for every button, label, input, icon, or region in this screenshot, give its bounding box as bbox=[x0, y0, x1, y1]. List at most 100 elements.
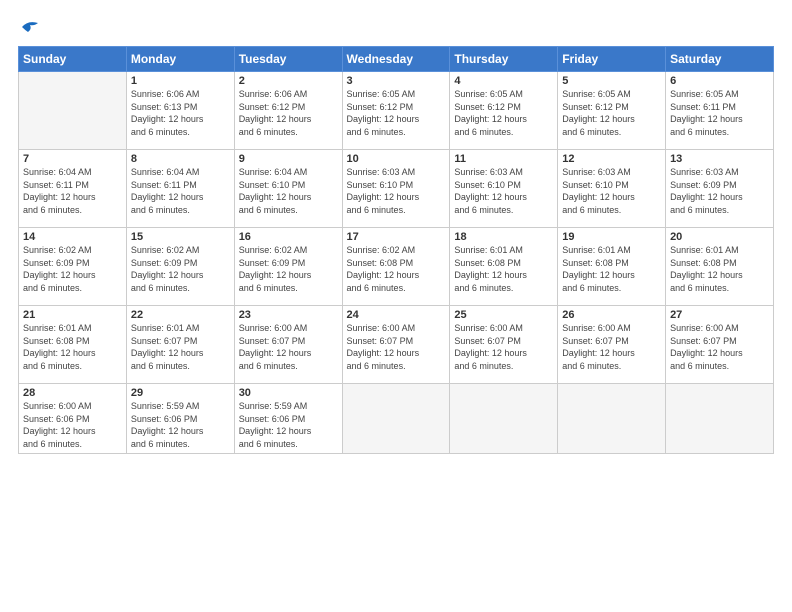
calendar-week-row: 21Sunrise: 6:01 AM Sunset: 6:08 PM Dayli… bbox=[19, 306, 774, 384]
calendar-cell: 7Sunrise: 6:04 AM Sunset: 6:11 PM Daylig… bbox=[19, 150, 127, 228]
day-number: 13 bbox=[670, 153, 769, 165]
day-number: 10 bbox=[347, 153, 446, 165]
day-number: 18 bbox=[454, 231, 553, 243]
calendar-cell bbox=[19, 72, 127, 150]
day-info: Sunrise: 6:02 AM Sunset: 6:09 PM Dayligh… bbox=[131, 244, 230, 294]
day-number: 28 bbox=[23, 387, 122, 399]
day-info: Sunrise: 6:00 AM Sunset: 6:07 PM Dayligh… bbox=[239, 322, 338, 372]
day-info: Sunrise: 6:05 AM Sunset: 6:11 PM Dayligh… bbox=[670, 88, 769, 138]
day-number: 17 bbox=[347, 231, 446, 243]
calendar-cell: 23Sunrise: 6:00 AM Sunset: 6:07 PM Dayli… bbox=[234, 306, 342, 384]
calendar-cell bbox=[450, 384, 558, 454]
day-info: Sunrise: 6:00 AM Sunset: 6:07 PM Dayligh… bbox=[347, 322, 446, 372]
day-info: Sunrise: 6:04 AM Sunset: 6:11 PM Dayligh… bbox=[131, 166, 230, 216]
day-info: Sunrise: 6:02 AM Sunset: 6:09 PM Dayligh… bbox=[23, 244, 122, 294]
calendar-cell: 11Sunrise: 6:03 AM Sunset: 6:10 PM Dayli… bbox=[450, 150, 558, 228]
day-info: Sunrise: 6:01 AM Sunset: 6:08 PM Dayligh… bbox=[23, 322, 122, 372]
calendar-cell bbox=[666, 384, 774, 454]
day-number: 29 bbox=[131, 387, 230, 399]
day-info: Sunrise: 6:05 AM Sunset: 6:12 PM Dayligh… bbox=[454, 88, 553, 138]
day-number: 24 bbox=[347, 309, 446, 321]
day-number: 15 bbox=[131, 231, 230, 243]
day-number: 16 bbox=[239, 231, 338, 243]
day-number: 26 bbox=[562, 309, 661, 321]
weekday-header-row: SundayMondayTuesdayWednesdayThursdayFrid… bbox=[19, 47, 774, 72]
day-number: 14 bbox=[23, 231, 122, 243]
day-info: Sunrise: 6:03 AM Sunset: 6:09 PM Dayligh… bbox=[670, 166, 769, 216]
day-info: Sunrise: 6:01 AM Sunset: 6:07 PM Dayligh… bbox=[131, 322, 230, 372]
day-info: Sunrise: 6:06 AM Sunset: 6:12 PM Dayligh… bbox=[239, 88, 338, 138]
calendar-cell bbox=[342, 384, 450, 454]
day-info: Sunrise: 6:00 AM Sunset: 6:07 PM Dayligh… bbox=[670, 322, 769, 372]
day-info: Sunrise: 6:00 AM Sunset: 6:07 PM Dayligh… bbox=[562, 322, 661, 372]
calendar-cell: 10Sunrise: 6:03 AM Sunset: 6:10 PM Dayli… bbox=[342, 150, 450, 228]
day-number: 25 bbox=[454, 309, 553, 321]
day-info: Sunrise: 6:06 AM Sunset: 6:13 PM Dayligh… bbox=[131, 88, 230, 138]
day-info: Sunrise: 6:04 AM Sunset: 6:11 PM Dayligh… bbox=[23, 166, 122, 216]
calendar-week-row: 7Sunrise: 6:04 AM Sunset: 6:11 PM Daylig… bbox=[19, 150, 774, 228]
calendar-cell: 30Sunrise: 5:59 AM Sunset: 6:06 PM Dayli… bbox=[234, 384, 342, 454]
day-info: Sunrise: 6:03 AM Sunset: 6:10 PM Dayligh… bbox=[347, 166, 446, 216]
calendar-cell: 19Sunrise: 6:01 AM Sunset: 6:08 PM Dayli… bbox=[558, 228, 666, 306]
day-number: 22 bbox=[131, 309, 230, 321]
calendar-cell: 13Sunrise: 6:03 AM Sunset: 6:09 PM Dayli… bbox=[666, 150, 774, 228]
day-number: 23 bbox=[239, 309, 338, 321]
day-number: 30 bbox=[239, 387, 338, 399]
calendar-cell: 8Sunrise: 6:04 AM Sunset: 6:11 PM Daylig… bbox=[126, 150, 234, 228]
calendar-cell: 17Sunrise: 6:02 AM Sunset: 6:08 PM Dayli… bbox=[342, 228, 450, 306]
day-info: Sunrise: 6:05 AM Sunset: 6:12 PM Dayligh… bbox=[347, 88, 446, 138]
calendar-week-row: 14Sunrise: 6:02 AM Sunset: 6:09 PM Dayli… bbox=[19, 228, 774, 306]
weekday-header-sunday: Sunday bbox=[19, 47, 127, 72]
day-number: 11 bbox=[454, 153, 553, 165]
calendar-cell: 4Sunrise: 6:05 AM Sunset: 6:12 PM Daylig… bbox=[450, 72, 558, 150]
day-number: 19 bbox=[562, 231, 661, 243]
calendar-cell: 16Sunrise: 6:02 AM Sunset: 6:09 PM Dayli… bbox=[234, 228, 342, 306]
day-number: 2 bbox=[239, 75, 338, 87]
calendar-cell: 3Sunrise: 6:05 AM Sunset: 6:12 PM Daylig… bbox=[342, 72, 450, 150]
day-info: Sunrise: 6:01 AM Sunset: 6:08 PM Dayligh… bbox=[670, 244, 769, 294]
day-number: 21 bbox=[23, 309, 122, 321]
logo bbox=[18, 18, 40, 36]
day-info: Sunrise: 6:05 AM Sunset: 6:12 PM Dayligh… bbox=[562, 88, 661, 138]
day-info: Sunrise: 6:03 AM Sunset: 6:10 PM Dayligh… bbox=[454, 166, 553, 216]
calendar-cell: 21Sunrise: 6:01 AM Sunset: 6:08 PM Dayli… bbox=[19, 306, 127, 384]
day-number: 9 bbox=[239, 153, 338, 165]
day-number: 20 bbox=[670, 231, 769, 243]
calendar-cell bbox=[558, 384, 666, 454]
day-info: Sunrise: 6:01 AM Sunset: 6:08 PM Dayligh… bbox=[454, 244, 553, 294]
day-number: 27 bbox=[670, 309, 769, 321]
weekday-header-saturday: Saturday bbox=[666, 47, 774, 72]
day-info: Sunrise: 6:00 AM Sunset: 6:07 PM Dayligh… bbox=[454, 322, 553, 372]
calendar-cell: 20Sunrise: 6:01 AM Sunset: 6:08 PM Dayli… bbox=[666, 228, 774, 306]
calendar-cell: 25Sunrise: 6:00 AM Sunset: 6:07 PM Dayli… bbox=[450, 306, 558, 384]
page-header bbox=[18, 18, 774, 36]
calendar-cell: 2Sunrise: 6:06 AM Sunset: 6:12 PM Daylig… bbox=[234, 72, 342, 150]
calendar-table: SundayMondayTuesdayWednesdayThursdayFrid… bbox=[18, 46, 774, 454]
calendar-week-row: 1Sunrise: 6:06 AM Sunset: 6:13 PM Daylig… bbox=[19, 72, 774, 150]
calendar-cell: 26Sunrise: 6:00 AM Sunset: 6:07 PM Dayli… bbox=[558, 306, 666, 384]
day-number: 5 bbox=[562, 75, 661, 87]
day-number: 3 bbox=[347, 75, 446, 87]
day-info: Sunrise: 6:04 AM Sunset: 6:10 PM Dayligh… bbox=[239, 166, 338, 216]
calendar-cell: 12Sunrise: 6:03 AM Sunset: 6:10 PM Dayli… bbox=[558, 150, 666, 228]
calendar-cell: 22Sunrise: 6:01 AM Sunset: 6:07 PM Dayli… bbox=[126, 306, 234, 384]
day-info: Sunrise: 5:59 AM Sunset: 6:06 PM Dayligh… bbox=[239, 400, 338, 450]
calendar-cell: 27Sunrise: 6:00 AM Sunset: 6:07 PM Dayli… bbox=[666, 306, 774, 384]
day-number: 1 bbox=[131, 75, 230, 87]
calendar-cell: 1Sunrise: 6:06 AM Sunset: 6:13 PM Daylig… bbox=[126, 72, 234, 150]
weekday-header-thursday: Thursday bbox=[450, 47, 558, 72]
calendar-cell: 15Sunrise: 6:02 AM Sunset: 6:09 PM Dayli… bbox=[126, 228, 234, 306]
weekday-header-wednesday: Wednesday bbox=[342, 47, 450, 72]
day-number: 4 bbox=[454, 75, 553, 87]
day-number: 7 bbox=[23, 153, 122, 165]
day-info: Sunrise: 6:02 AM Sunset: 6:08 PM Dayligh… bbox=[347, 244, 446, 294]
calendar-cell: 6Sunrise: 6:05 AM Sunset: 6:11 PM Daylig… bbox=[666, 72, 774, 150]
weekday-header-friday: Friday bbox=[558, 47, 666, 72]
calendar-cell: 24Sunrise: 6:00 AM Sunset: 6:07 PM Dayli… bbox=[342, 306, 450, 384]
weekday-header-monday: Monday bbox=[126, 47, 234, 72]
logo-bird-icon bbox=[20, 18, 40, 36]
day-number: 8 bbox=[131, 153, 230, 165]
day-number: 6 bbox=[670, 75, 769, 87]
calendar-cell: 14Sunrise: 6:02 AM Sunset: 6:09 PM Dayli… bbox=[19, 228, 127, 306]
day-number: 12 bbox=[562, 153, 661, 165]
